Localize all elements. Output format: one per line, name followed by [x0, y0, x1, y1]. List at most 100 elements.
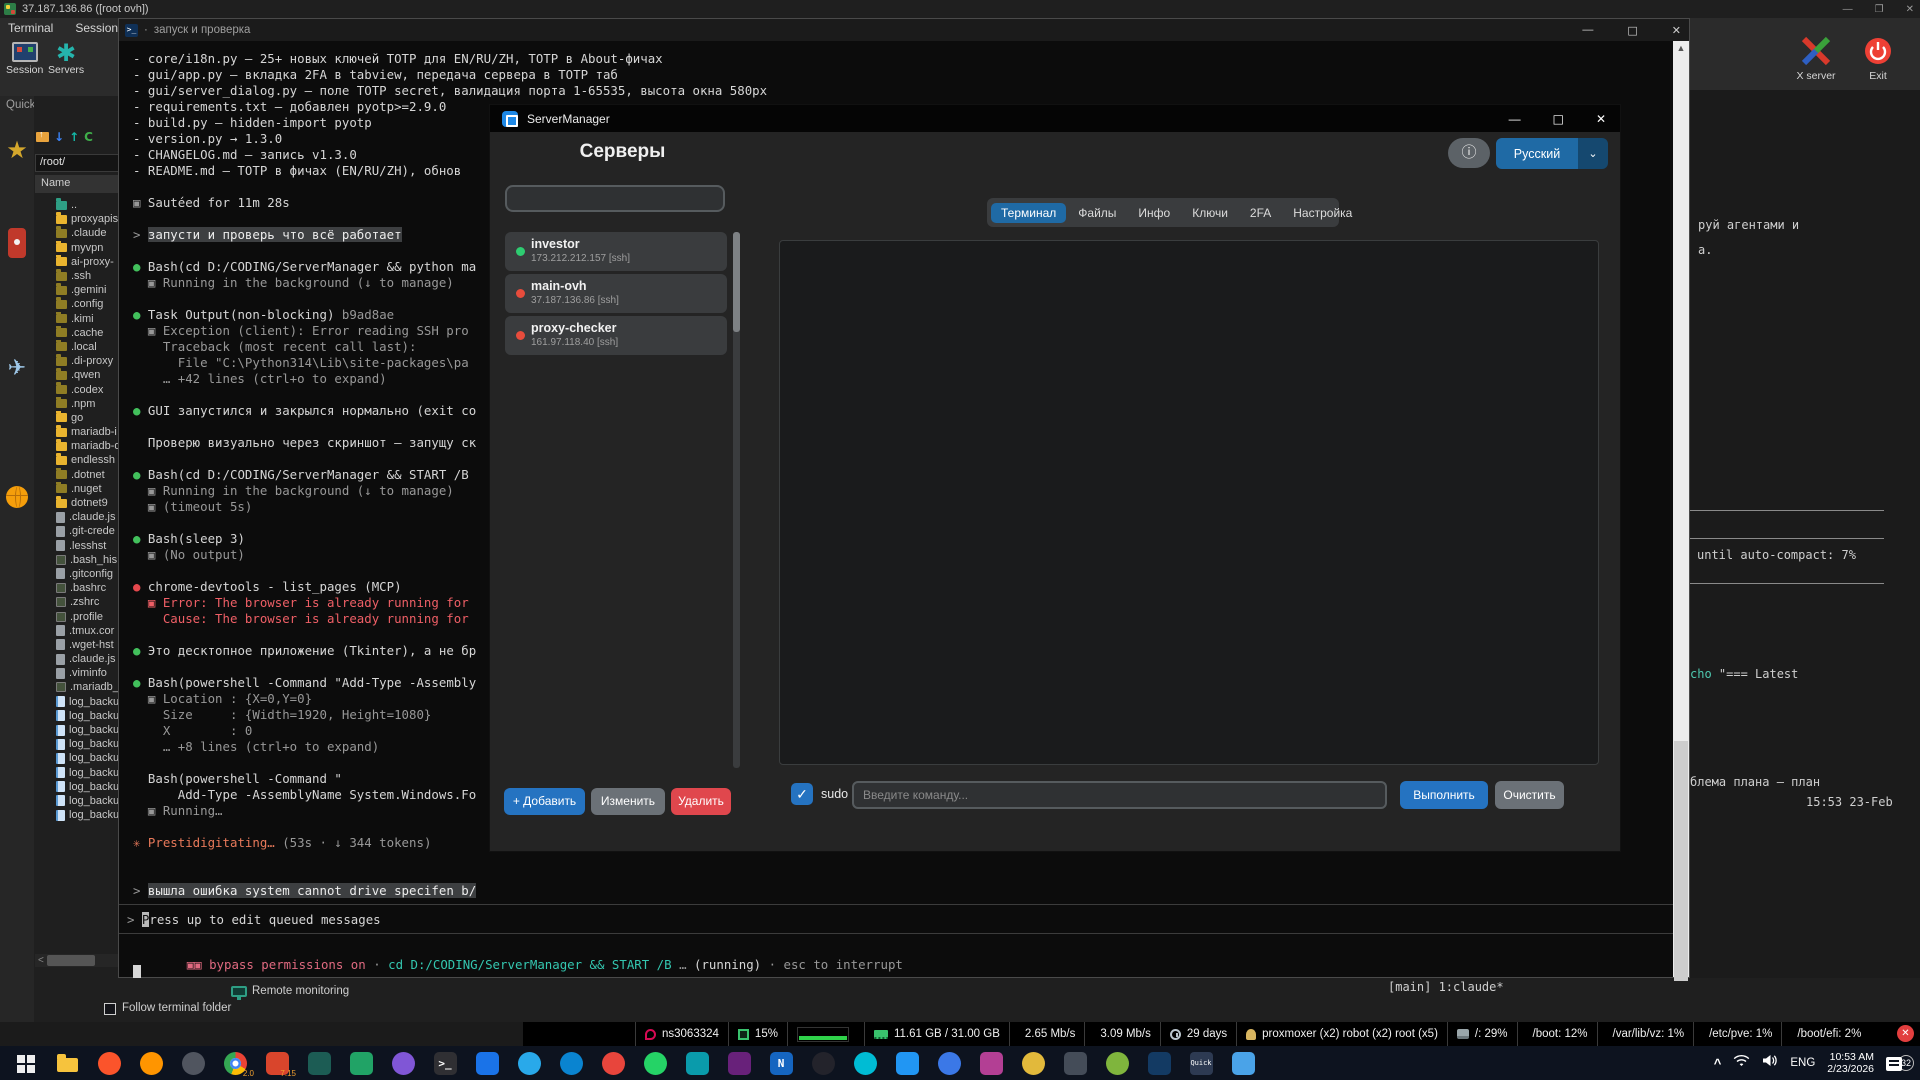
close-icon[interactable]: ✕: [1906, 4, 1914, 15]
follow-terminal-checkbox[interactable]: [104, 1003, 116, 1015]
app-icon-10[interactable]: [382, 1046, 424, 1080]
status-close-icon[interactable]: ✕: [1897, 1025, 1914, 1042]
servermanager-titlebar[interactable]: ServerManager — □ ✕: [490, 105, 1620, 132]
app-icon-14[interactable]: [550, 1046, 592, 1080]
file-row[interactable]: .npm: [34, 397, 120, 411]
file-row[interactable]: mariadb-i: [34, 425, 120, 439]
horizontal-scrollbar[interactable]: <: [35, 954, 119, 967]
file-row[interactable]: .bash_his: [34, 553, 120, 567]
app-icon-12[interactable]: [466, 1046, 508, 1080]
file-row[interactable]: .mariadb_: [34, 680, 120, 694]
maximize-icon[interactable]: □: [1553, 112, 1564, 126]
clear-button[interactable]: Очистить: [1495, 781, 1564, 809]
scroll-left-icon[interactable]: <: [35, 955, 47, 966]
file-row[interactable]: ai-proxy-: [34, 255, 120, 269]
tab-info[interactable]: Инфо: [1128, 203, 1180, 223]
current-path[interactable]: /root/: [35, 154, 119, 172]
globe-icon[interactable]: [2, 486, 32, 508]
tab-keys[interactable]: Ключи: [1182, 203, 1238, 223]
app-icon-19[interactable]: N: [760, 1046, 802, 1080]
file-row[interactable]: .bashrc: [34, 581, 120, 595]
file-row[interactable]: .kimi: [34, 312, 120, 326]
tools-knife-icon[interactable]: [2, 228, 32, 258]
language-dropdown[interactable]: Русский ⌄: [1496, 138, 1608, 169]
scroll-up-icon[interactable]: ▲: [1673, 41, 1689, 55]
app-icon-28[interactable]: [1138, 1046, 1180, 1080]
file-row[interactable]: .git-crede: [34, 524, 120, 538]
tab-2fa[interactable]: 2FA: [1240, 203, 1281, 223]
edit-server-button[interactable]: Изменить: [591, 788, 665, 815]
quick-assist-icon[interactable]: Quick: [1180, 1046, 1222, 1080]
minimize-icon[interactable]: —: [1509, 112, 1521, 126]
terminal-scrollbar[interactable]: ▲: [1673, 41, 1689, 977]
exit-button[interactable]: Exit: [1856, 36, 1900, 82]
file-row[interactable]: log_backu: [34, 695, 120, 709]
app-icon-15[interactable]: [592, 1046, 634, 1080]
file-row[interactable]: dotnet9: [34, 496, 120, 510]
tray-chevron-icon[interactable]: ^: [1714, 1056, 1722, 1071]
minimize-icon[interactable]: —: [1582, 24, 1593, 36]
language-indicator[interactable]: ENG: [1790, 1057, 1815, 1069]
server-item-proxy-checker[interactable]: proxy-checker 161.97.118.40 [ssh]: [505, 316, 727, 355]
file-row[interactable]: proxyapis: [34, 212, 120, 226]
file-row[interactable]: log_backu: [34, 766, 120, 780]
app-icon-5[interactable]: [172, 1046, 214, 1080]
file-row[interactable]: log_backu: [34, 709, 120, 723]
name-column-header[interactable]: Name: [35, 175, 119, 193]
app-icon-24[interactable]: [970, 1046, 1012, 1080]
file-row[interactable]: log_backu: [34, 737, 120, 751]
session-button[interactable]: Session: [6, 42, 43, 76]
server-list-scrollbar[interactable]: [733, 232, 740, 768]
scrollbar-thumb[interactable]: [1674, 741, 1688, 981]
folder-up-icon[interactable]: [36, 132, 49, 142]
file-row[interactable]: endlessh: [34, 453, 120, 467]
tab-settings[interactable]: Настройка: [1283, 203, 1362, 223]
file-row[interactable]: .cache: [34, 326, 120, 340]
add-server-button[interactable]: + Добавить: [504, 788, 585, 815]
file-row[interactable]: .codex: [34, 382, 120, 396]
delete-server-button[interactable]: Удалить: [671, 788, 731, 815]
restore-icon[interactable]: ❐: [1875, 4, 1884, 15]
file-row[interactable]: log_backu: [34, 794, 120, 808]
clock[interactable]: 10:53 AM 2/23/2026: [1827, 1051, 1874, 1075]
execute-button[interactable]: Выполнить: [1400, 781, 1488, 809]
app-icon-30[interactable]: [1222, 1046, 1264, 1080]
mobaxterm-icon[interactable]: [298, 1046, 340, 1080]
file-row[interactable]: .gitconfig: [34, 567, 120, 581]
info-button[interactable]: ⓘ: [1448, 138, 1490, 168]
wifi-icon[interactable]: [1733, 1054, 1750, 1072]
file-row[interactable]: .ssh: [34, 269, 120, 283]
file-row[interactable]: .config: [34, 297, 120, 311]
terminal-titlebar[interactable]: >_ · запуск и проверка — □ ✕: [119, 19, 1689, 41]
file-row[interactable]: log_backu: [34, 808, 120, 822]
file-row-parent[interactable]: ..: [34, 198, 120, 212]
command-input[interactable]: [852, 781, 1387, 809]
server-search-input[interactable]: [505, 185, 725, 212]
file-row[interactable]: .dotnet: [34, 468, 120, 482]
app-icon-26[interactable]: [1054, 1046, 1096, 1080]
tab-terminal[interactable]: Терминал: [991, 203, 1066, 223]
close-icon[interactable]: ✕: [1672, 24, 1681, 37]
scrollbar-thumb[interactable]: [47, 955, 95, 966]
file-row[interactable]: .nuget: [34, 482, 120, 496]
x-server-button[interactable]: X server: [1786, 36, 1846, 82]
file-explorer-icon[interactable]: [46, 1046, 88, 1080]
terminal-icon[interactable]: >_: [424, 1046, 466, 1080]
file-row[interactable]: .viminfo: [34, 666, 120, 680]
file-row[interactable]: .zshrc: [34, 595, 120, 609]
chrome-icon[interactable]: 2.0: [214, 1046, 256, 1080]
file-row[interactable]: .tmux.cor: [34, 624, 120, 638]
brave-icon[interactable]: [88, 1046, 130, 1080]
tab-files[interactable]: Файлы: [1068, 203, 1126, 223]
maximize-icon[interactable]: □: [1627, 24, 1637, 37]
vscode-icon[interactable]: [886, 1046, 928, 1080]
app-icon-27[interactable]: [1096, 1046, 1138, 1080]
file-row[interactable]: myvpn: [34, 241, 120, 255]
refresh-icon[interactable]: C: [84, 130, 93, 144]
file-row[interactable]: .di-proxy: [34, 354, 120, 368]
speaker-icon[interactable]: [1762, 1054, 1778, 1072]
queued-message-line[interactable]: > Press up to edit queued messages: [127, 912, 1673, 928]
file-row[interactable]: mariadb-d: [34, 439, 120, 453]
file-row[interactable]: .gemini: [34, 283, 120, 297]
app-icon-17[interactable]: [676, 1046, 718, 1080]
